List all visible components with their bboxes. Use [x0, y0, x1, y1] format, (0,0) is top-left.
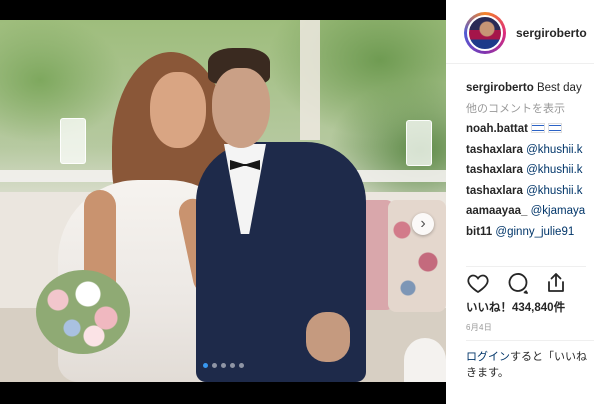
comments-list: sergiroberto Best day 他のコメントを表示 noah.bat… — [466, 78, 594, 242]
comment-mention[interactable]: @ginny_julie91 — [495, 226, 574, 238]
carousel-indicator — [0, 363, 446, 368]
comment-username[interactable]: noah.battat — [466, 123, 528, 135]
photo-side-table — [404, 338, 446, 382]
carousel-dot — [220, 363, 226, 368]
photo-groom-hand — [306, 312, 350, 362]
login-link[interactable]: ログイン — [466, 351, 510, 363]
post-header: sergiroberto — [446, 0, 594, 64]
carousel-next-button[interactable]: › — [412, 213, 434, 235]
caption-username[interactable]: sergiroberto — [466, 82, 534, 94]
comment-row: noah.battat — [466, 119, 594, 140]
login-prompt-text: すると「いいね — [510, 351, 587, 363]
comment-row: tashaxlara @khushii.k — [466, 140, 594, 161]
carousel-dot — [229, 363, 235, 368]
action-bar — [466, 266, 586, 295]
comment-row: tashaxlara @khushii.k — [466, 160, 594, 181]
login-prompt-text-2: きます。 — [466, 367, 509, 379]
story-ring[interactable] — [464, 12, 506, 54]
comment-mention[interactable]: @kjamaya — [531, 205, 586, 217]
carousel-dot — [211, 363, 217, 368]
photo-candle — [406, 120, 432, 166]
carousel-dot — [202, 363, 208, 368]
comment-mention[interactable]: @khushii.k — [526, 164, 582, 176]
photo-bride-face — [150, 72, 206, 148]
photo-groom-face — [212, 68, 270, 148]
header-username[interactable]: sergiroberto — [516, 26, 587, 40]
israel-flag-icon — [530, 123, 545, 133]
comment-icon[interactable] — [506, 271, 530, 295]
comment-mention[interactable]: @khushii.k — [526, 144, 582, 156]
comment-username[interactable]: tashaxlara — [466, 164, 523, 176]
photo-bg-pillar — [300, 20, 320, 140]
comment-username[interactable]: bit11 — [466, 226, 492, 238]
avatar[interactable] — [467, 15, 503, 51]
post-media: › — [0, 0, 446, 404]
heart-icon[interactable] — [466, 271, 490, 295]
comment-username[interactable]: tashaxlara — [466, 185, 523, 197]
post-sidebar: sergiroberto sergiroberto Best day 他のコメン… — [446, 0, 594, 404]
load-more-comments[interactable]: 他のコメントを表示 — [466, 99, 594, 120]
comment-mention[interactable]: @khushii.k — [526, 185, 582, 197]
chevron-right-icon: › — [420, 215, 426, 232]
likes-count[interactable]: いいね！434,840件 — [466, 299, 565, 315]
carousel-dot — [238, 363, 244, 368]
israel-flag-icon — [547, 123, 562, 133]
comment-row: bit11 @ginny_julie91 — [466, 222, 594, 243]
comment-row: tashaxlara @khushii.k — [466, 181, 594, 202]
post-date: 6月4日 — [466, 323, 493, 332]
share-icon[interactable] — [544, 271, 568, 295]
caption: sergiroberto Best day — [466, 78, 594, 99]
comment-row: aamaayaa_ @kjamaya — [466, 201, 594, 222]
photo-candle — [60, 118, 86, 164]
wedding-photo[interactable]: › — [0, 20, 446, 382]
photo-bouquet — [36, 270, 130, 354]
login-prompt: ログインすると「いいね きます。 — [466, 340, 594, 381]
comment-username[interactable]: aamaayaa_ — [466, 205, 527, 217]
comment-username[interactable]: tashaxlara — [466, 144, 523, 156]
caption-text: Best day — [536, 82, 582, 94]
